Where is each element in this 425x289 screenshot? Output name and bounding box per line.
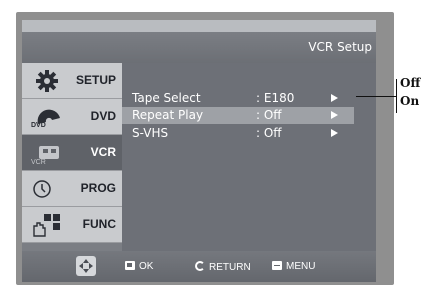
ok-label: OK: [139, 261, 154, 272]
ok-hint: OK: [125, 261, 153, 273]
dpad-icon: [76, 256, 96, 276]
menu-icon: [272, 261, 282, 270]
return-hint: RETURN: [195, 261, 251, 273]
dvd-icon-text: DVD: [31, 122, 46, 129]
return-icon: [195, 261, 205, 271]
settings-panel: Tape Select : E180 Repeat Play : Off S-V…: [122, 63, 376, 251]
menu-hint: MENU: [272, 261, 315, 273]
sidebar-item-label: PROG: [80, 181, 116, 195]
gear-icon: [30, 68, 64, 94]
row-value: : Off: [256, 126, 282, 140]
sidebar-item-setup[interactable]: SETUP: [22, 63, 122, 99]
chevron-right-icon: [331, 129, 338, 137]
title-bar: VCR Setup: [22, 32, 376, 63]
vcr-icon: VCR: [30, 140, 64, 166]
top-strip: [22, 20, 376, 32]
menu-row-s-vhs[interactable]: S-VHS : Off: [122, 125, 354, 142]
ok-icon: [125, 261, 135, 270]
sidebar-item-vcr[interactable]: VCR VCR: [22, 135, 122, 171]
return-label: RETURN: [209, 262, 251, 273]
vcr-icon-text: VCR: [31, 159, 46, 166]
footer-bar: OK RETURN MENU: [22, 251, 376, 282]
callout-bracket: [396, 79, 397, 113]
sidebar-item-label: FUNC: [82, 217, 116, 231]
row-label: S-VHS: [132, 126, 169, 140]
hand-grid-icon: [30, 212, 64, 238]
chevron-right-icon: [331, 111, 338, 119]
menu-label: MENU: [286, 261, 316, 272]
option-on: On: [400, 94, 420, 108]
sidebar-item-label: VCR: [90, 145, 116, 159]
callout-line: [356, 96, 396, 97]
menu-row-repeat-play[interactable]: Repeat Play : Off: [122, 107, 354, 124]
sidebar-item-prog[interactable]: PROG: [22, 171, 122, 207]
row-value: : Off: [256, 108, 282, 122]
osd-screen: VCR Setup SETUP DVD DVD VCR VCR PROG FUN…: [22, 20, 376, 282]
clock-icon: [30, 176, 64, 202]
sidebar-item-label: DVD: [90, 109, 116, 123]
page-title: VCR Setup: [308, 40, 372, 54]
row-label: Tape Select: [132, 91, 201, 105]
sidebar-item-label: SETUP: [75, 73, 116, 87]
sidebar-item-func[interactable]: FUNC: [22, 207, 122, 243]
sidebar: SETUP DVD DVD VCR VCR PROG FUNC: [22, 63, 122, 251]
dvd-disc-icon: DVD: [30, 104, 64, 130]
sidebar-item-dvd[interactable]: DVD DVD: [22, 99, 122, 135]
option-off: Off: [400, 76, 421, 90]
chevron-right-icon: [331, 94, 338, 102]
row-label: Repeat Play: [132, 108, 204, 122]
row-value: : E180: [256, 91, 295, 105]
menu-row-tape-select[interactable]: Tape Select : E180: [122, 90, 354, 107]
